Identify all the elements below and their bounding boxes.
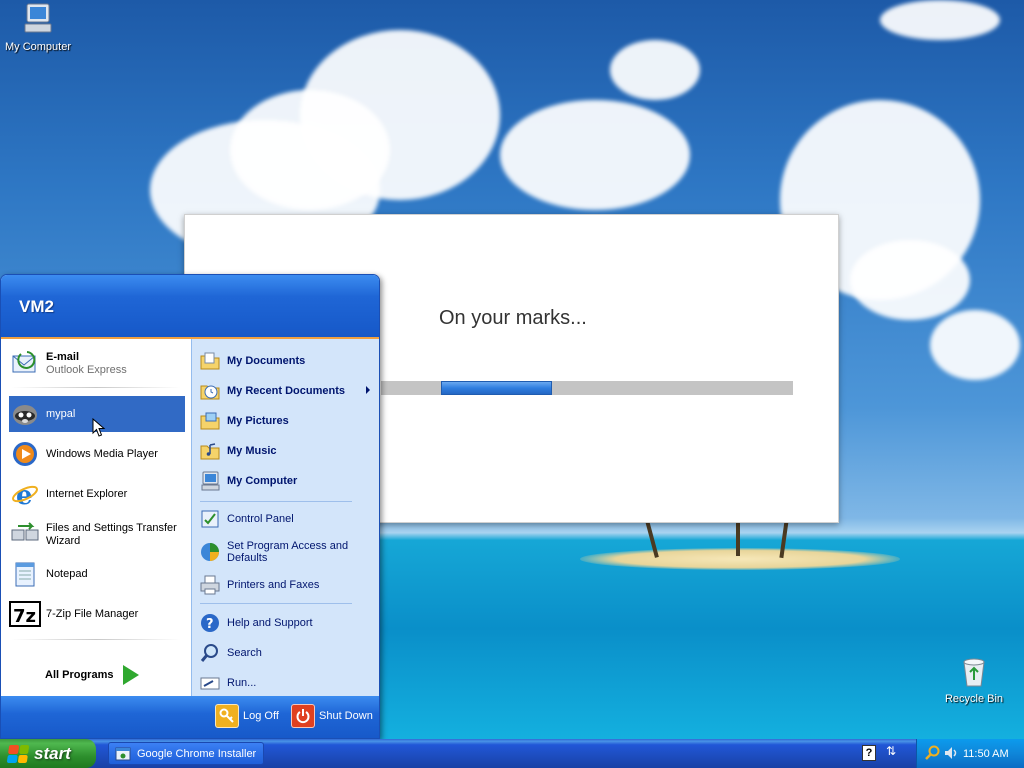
- program-7zip[interactable]: 7z 7-Zip File Manager: [9, 596, 185, 632]
- desktop-icon-label: Recycle Bin: [944, 693, 1004, 705]
- place-label: My Computer: [227, 475, 298, 487]
- green-arrow-icon: [123, 665, 140, 685]
- place-run[interactable]: Run...: [198, 669, 376, 697]
- place-label: My Documents: [227, 355, 306, 367]
- shut-down-label: Shut Down: [319, 710, 373, 722]
- program-transfer-wizard[interactable]: Files and Settings Transfer Wizard: [9, 516, 185, 554]
- menu-separator: [200, 501, 352, 502]
- desktop-icon-recycle-bin[interactable]: Recycle Bin: [936, 656, 1012, 705]
- svg-text:e: e: [16, 481, 33, 509]
- program-transfer-title: Files and Settings Transfer Wizard: [46, 522, 177, 547]
- recent-documents-icon: [198, 379, 222, 403]
- volume-tray-icon[interactable]: [943, 745, 959, 764]
- start-menu-footer: Log Off Shut Down: [1, 696, 379, 738]
- place-my-computer[interactable]: My Computer: [198, 467, 376, 495]
- recycle-bin-icon: [936, 656, 1012, 691]
- email-icon: [9, 347, 41, 379]
- desktop-icon-label: My Computer: [4, 41, 72, 53]
- place-label: My Pictures: [227, 415, 289, 427]
- installer-progress-fill: [441, 381, 552, 395]
- search-tray-icon[interactable]: [925, 745, 941, 764]
- place-help-support[interactable]: ? Help and Support: [198, 609, 376, 637]
- start-menu-header: VM2: [1, 275, 379, 339]
- notepad-icon: [9, 558, 41, 590]
- windows-logo-icon: [6, 744, 30, 763]
- program-email-subtitle: Outlook Express: [46, 363, 127, 376]
- menu-separator: [11, 639, 181, 640]
- place-my-documents[interactable]: My Documents: [198, 347, 376, 375]
- start-menu: VM2 E-mail Outlook Express mypal Windows…: [0, 274, 380, 739]
- submenu-arrow-icon: [366, 386, 370, 394]
- program-ie-title: Internet Explorer: [46, 487, 128, 500]
- place-label: My Music: [227, 445, 277, 457]
- program-7zip-title: 7-Zip File Manager: [46, 607, 139, 620]
- all-programs-label: All Programs: [45, 669, 114, 681]
- installer-progress-bar: [381, 381, 793, 395]
- installer-status-text: On your marks...: [439, 307, 587, 329]
- folder-pictures-icon: [198, 409, 222, 433]
- place-label: Printers and Faxes: [227, 579, 320, 591]
- my-computer-icon: [0, 2, 76, 39]
- svg-text:?: ?: [206, 617, 214, 632]
- user-name: VM2: [19, 297, 54, 316]
- taskbar: start Google Chrome Installer ? ⇅ 11:50 …: [0, 739, 1024, 768]
- menu-separator: [11, 387, 181, 388]
- desktop-icon-my-computer[interactable]: My Computer: [0, 2, 76, 53]
- key-icon: [215, 704, 239, 728]
- place-printers-faxes[interactable]: Printers and Faxes: [198, 571, 376, 599]
- run-icon: [198, 671, 222, 695]
- transfer-wizard-icon: [9, 519, 41, 551]
- place-my-music[interactable]: My Music: [198, 437, 376, 465]
- internet-explorer-icon: e: [9, 478, 41, 510]
- log-off-label: Log Off: [243, 710, 279, 722]
- place-label: My Recent Documents: [227, 385, 345, 397]
- program-notepad[interactable]: Notepad: [9, 556, 185, 592]
- program-wmp-title: Windows Media Player: [46, 447, 158, 460]
- program-notepad-title: Notepad: [46, 567, 88, 580]
- start-button[interactable]: start: [0, 739, 96, 768]
- program-email[interactable]: E-mail Outlook Express: [9, 345, 185, 381]
- taskbar-item-label: Google Chrome Installer: [137, 747, 257, 760]
- chrome-installer-icon: [115, 746, 131, 762]
- place-label: Control Panel: [227, 513, 294, 525]
- program-windows-media-player[interactable]: Windows Media Player: [9, 436, 185, 472]
- mypal-icon: [9, 398, 41, 430]
- start-menu-places: My Documents My Recent Documents My Pict…: [191, 339, 379, 696]
- log-off-button[interactable]: Log Off: [215, 704, 279, 728]
- taskbar-item-chrome-installer[interactable]: Google Chrome Installer: [108, 742, 264, 765]
- printer-icon: [198, 573, 222, 597]
- shut-down-button[interactable]: Shut Down: [291, 704, 373, 728]
- power-icon: [291, 704, 315, 728]
- place-control-panel[interactable]: Control Panel: [198, 505, 376, 533]
- network-tray-icon[interactable]: ⇅: [886, 744, 896, 758]
- folder-music-icon: [198, 439, 222, 463]
- 7zip-icon: 7z: [9, 598, 41, 630]
- menu-separator: [200, 603, 352, 604]
- place-search[interactable]: Search: [198, 639, 376, 667]
- clock[interactable]: 11:50 AM: [963, 748, 1009, 760]
- control-panel-icon: [198, 507, 222, 531]
- place-label: Search: [227, 647, 262, 659]
- place-label: Run...: [227, 677, 257, 689]
- program-email-title: E-mail: [46, 350, 80, 363]
- all-programs-button[interactable]: All Programs: [45, 665, 140, 685]
- folder-documents-icon: [198, 349, 222, 373]
- media-player-icon: [9, 438, 41, 470]
- start-label: start: [34, 743, 71, 763]
- help-tray-icon[interactable]: ?: [862, 745, 876, 761]
- program-internet-explorer[interactable]: e Internet Explorer: [9, 476, 185, 512]
- search-icon: [198, 641, 222, 665]
- place-label: Help and Support: [227, 617, 313, 629]
- program-access-icon: [198, 540, 222, 564]
- system-tray: 11:50 AM: [916, 739, 1024, 768]
- help-icon: ?: [198, 611, 222, 635]
- place-program-access[interactable]: Set Program Access and Defaults: [198, 535, 376, 569]
- my-computer-icon: [198, 469, 222, 493]
- program-mypal-title: mypal: [46, 407, 76, 420]
- svg-text:7z: 7z: [13, 606, 36, 627]
- place-label: Set Program Access and Defaults: [227, 540, 349, 564]
- start-menu-programs: E-mail Outlook Express mypal Windows Med…: [1, 339, 191, 696]
- place-my-pictures[interactable]: My Pictures: [198, 407, 376, 435]
- place-my-recent-documents[interactable]: My Recent Documents: [198, 377, 376, 405]
